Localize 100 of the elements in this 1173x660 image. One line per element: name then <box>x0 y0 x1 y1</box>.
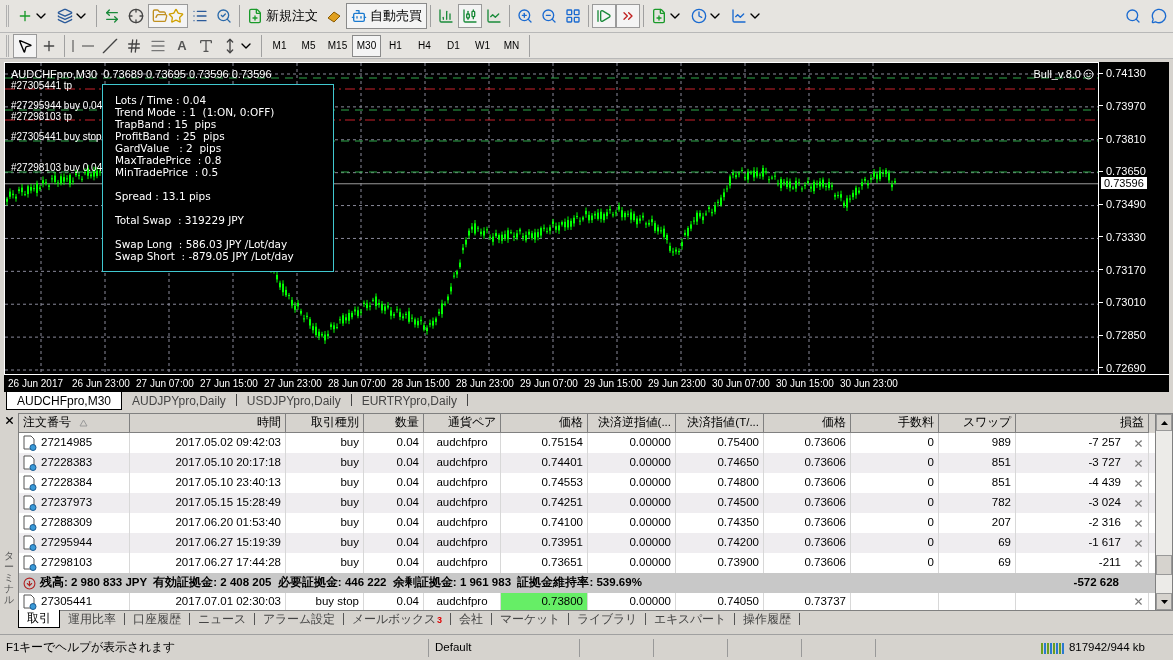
table-cell-text: 989 <box>991 435 1011 451</box>
star-icon <box>168 8 184 24</box>
table-cell-text: 0.74553 <box>541 475 583 491</box>
table-cell-text: 0.73606 <box>804 515 846 531</box>
table-cell-text: 0.74800 <box>717 475 759 491</box>
chart-symbol-header: AUDCHFpro,M30 0.73689 0.73695 0.73596 0.73596 <box>11 67 272 82</box>
text-tool-button[interactable]: A <box>170 33 194 58</box>
chart-tab[interactable]: AUDJPYpro,Daily <box>122 392 236 408</box>
cursor-button[interactable] <box>13 33 37 58</box>
scrollbar-thumb[interactable] <box>1156 555 1172 575</box>
scroll-up-icon[interactable] <box>1160 420 1168 425</box>
close-order-icon[interactable] <box>1133 457 1144 469</box>
close-icon[interactable] <box>3 415 15 426</box>
chart-tab[interactable]: USDJPYpro,Daily <box>236 392 351 408</box>
candle-chart-button[interactable] <box>458 4 482 28</box>
order-line-label: #27295944 buy 0.04 <box>11 99 103 113</box>
robot-icon <box>351 8 367 24</box>
timeframe-button[interactable]: H4 <box>410 34 439 57</box>
table-cell-text: audchfpro <box>436 495 488 511</box>
order-document-icon <box>23 535 37 551</box>
table-cell-text: 0.74401 <box>541 455 583 471</box>
table-cell-text: audchfpro <box>436 475 488 491</box>
price-axis-label: 0.72690 <box>1106 361 1146 374</box>
new-order-button[interactable]: 新規注文 <box>243 4 322 28</box>
terminal-tab[interactable]: メールボックス 3 <box>344 611 450 627</box>
table-cell-text: 2017.06.27 17:44:28 <box>175 555 281 571</box>
document-plus-icon <box>247 8 263 24</box>
scrollbar[interactable] <box>1156 413 1173 611</box>
table-cell-text: 0.73606 <box>804 555 846 571</box>
table-cell-text: buy stop <box>315 593 359 609</box>
table-cell-text: 0 <box>927 475 934 491</box>
close-order-icon[interactable] <box>1133 477 1144 489</box>
table-cell-text: 0.04 <box>396 555 419 571</box>
order-line-label: #27298103 tp <box>11 111 73 124</box>
timeframe-button[interactable]: M5 <box>294 34 323 57</box>
scroll-down-icon[interactable] <box>1160 599 1168 604</box>
terminal-tab[interactable]: 会社 <box>451 611 491 627</box>
table-cell-text: 0.73606 <box>804 435 846 451</box>
terminal-tab[interactable]: エキスパート <box>646 611 734 627</box>
timeframe-button[interactable]: MN <box>497 34 526 57</box>
table-cell-text: -1 617 <box>1088 535 1121 551</box>
time-axis-label: 30 Jun 15:00 <box>776 378 834 390</box>
chat-icon <box>1151 8 1167 24</box>
close-order-icon[interactable] <box>1133 517 1144 529</box>
price-axis-label: 0.73170 <box>1106 263 1146 276</box>
timeframe-button[interactable]: M15 <box>323 34 352 57</box>
close-order-icon[interactable] <box>1133 596 1144 607</box>
bar-chart-icon <box>438 8 454 24</box>
info-line: Swap Short : -879.05 JPY /Lot/day <box>115 250 295 262</box>
line-chart-icon <box>486 8 502 24</box>
table-cell-text: audchfpro <box>436 535 488 551</box>
timeframe-button[interactable]: H1 <box>381 34 410 57</box>
table-cell-text: 0.04 <box>396 495 419 511</box>
terminal-tab[interactable]: 口座履歴 <box>125 611 189 627</box>
table-cell-text: 0.73900 <box>717 555 759 571</box>
timeframe-button[interactable]: M30 <box>352 34 381 57</box>
chart-tab[interactable]: EURTRYpro,Daily <box>351 392 468 408</box>
table-cell-text: 69 <box>998 535 1011 551</box>
table-cell-text: 0.00000 <box>629 475 671 491</box>
info-line: MaxTradePrice : 0.8 <box>115 154 223 166</box>
info-line: Swap Long : 586.03 JPY /Lot/day <box>115 238 289 250</box>
arrows-icon <box>104 8 120 24</box>
close-order-icon[interactable] <box>1133 537 1144 549</box>
table-cell-text: 27298103 <box>41 555 93 571</box>
terminal-tab[interactable]: ライブラリ <box>569 611 645 627</box>
price-axis-label: 0.73490 <box>1106 198 1146 211</box>
close-order-icon[interactable] <box>1133 557 1144 569</box>
total-profit: -572 628 <box>1073 575 1119 591</box>
layers-icon <box>57 8 73 24</box>
table-cell-text: 0 <box>927 555 934 571</box>
auto-trading-button[interactable]: 自動売買 <box>346 3 427 29</box>
zoom-out-icon <box>541 8 557 24</box>
auto-scroll-button[interactable] <box>592 4 616 28</box>
table-cell-text: 0.00000 <box>629 515 671 531</box>
chart-tab[interactable]: AUDCHFpro,M30 <box>6 392 123 410</box>
table-cell-text: 0.73737 <box>804 593 846 609</box>
close-order-icon[interactable] <box>1133 497 1144 509</box>
folder-icon <box>152 8 168 24</box>
price-axis-label: 0.73650 <box>1106 165 1146 178</box>
channel-icon <box>126 37 142 54</box>
terminal-tab[interactable]: 操作履歴 <box>735 611 799 627</box>
table-cell-text: 2017.05.10 20:17:18 <box>175 455 281 471</box>
close-order-icon[interactable] <box>1133 437 1144 449</box>
terminal-tab[interactable]: アラーム設定 <box>255 611 343 627</box>
table-cell-text: 0.74650 <box>717 455 759 471</box>
table-cell-text: 0.74050 <box>717 593 759 609</box>
magnifier-icon <box>216 8 232 24</box>
plus-icon <box>17 8 33 24</box>
table-cell-text: buy <box>340 535 359 551</box>
table-cell-text: 0.73951 <box>541 535 583 551</box>
timeframe-button[interactable]: M1 <box>265 34 294 57</box>
order-line-label: #27298103 buy 0.04 <box>11 161 103 175</box>
timeframe-button[interactable]: D1 <box>439 34 468 57</box>
terminal-tab[interactable]: ニュース <box>190 611 254 627</box>
timeframe-button[interactable]: W1 <box>468 34 497 57</box>
terminal-tab[interactable]: 運用比率 <box>60 611 124 627</box>
terminal-tab[interactable]: マーケット <box>492 611 568 627</box>
chart-shift-button[interactable] <box>616 4 640 28</box>
table-cell-text: 27228384 <box>41 475 93 491</box>
terminal-tab[interactable]: 取引 <box>18 610 60 628</box>
